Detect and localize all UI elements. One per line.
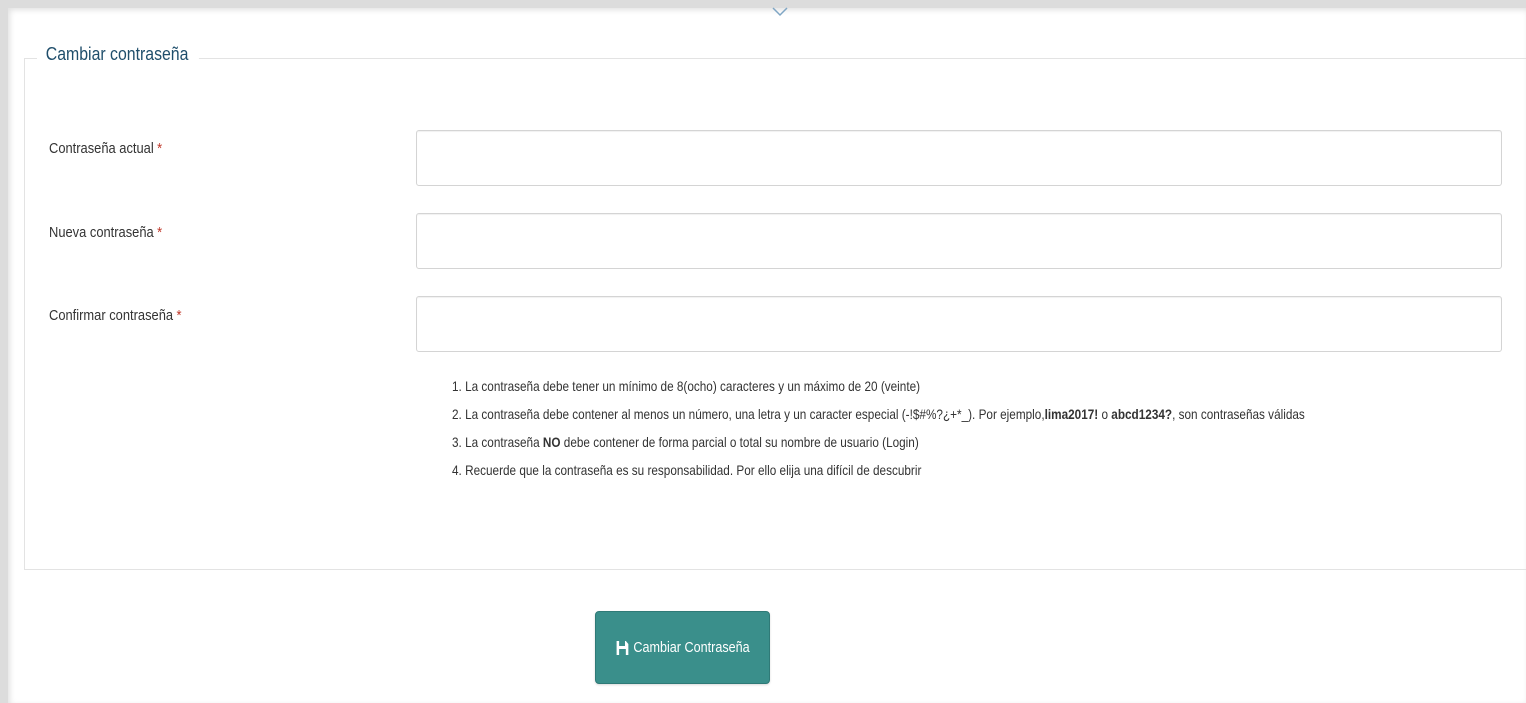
rule-2-text: 2. La contraseña debe contener al menos … <box>452 406 1045 422</box>
confirm-password-label: Confirmar contraseña * <box>49 307 182 324</box>
confirm-password-input[interactable] <box>416 296 1502 352</box>
rule-3-tail: debe contener de forma parcial o total s… <box>560 434 919 450</box>
change-password-button[interactable]: Cambiar Contraseña <box>595 611 770 684</box>
password-rule: 3. La contraseña NO debe contener de for… <box>452 428 1305 456</box>
fieldset-legend: Cambiar contraseña <box>37 44 200 65</box>
rule-3-emphasis: NO <box>542 434 561 450</box>
confirm-password-label-text: Confirmar contraseña <box>49 307 174 324</box>
current-password-label-text: Contraseña actual <box>49 140 154 157</box>
save-icon <box>616 640 629 655</box>
rule-2-example-1: lima2017! <box>1044 406 1099 422</box>
chevron-down-icon <box>772 7 788 17</box>
required-mark: * <box>176 307 182 324</box>
rule-2-tail: , son contraseñas válidas <box>1172 406 1305 422</box>
new-password-input[interactable] <box>416 213 1502 269</box>
password-rules-list: 1. La contraseña debe tener un mínimo de… <box>452 372 1467 484</box>
change-password-button-label: Cambiar Contraseña <box>633 639 750 656</box>
password-rule: 4. Recuerde que la contraseña es su resp… <box>452 456 1305 484</box>
new-password-label: Nueva contraseña * <box>49 224 162 241</box>
rule-4-text: 4. Recuerde que la contraseña es su resp… <box>452 462 922 478</box>
rule-2-connector: o <box>1098 406 1112 422</box>
required-mark: * <box>157 224 163 241</box>
rule-1-text: 1. La contraseña debe tener un mínimo de… <box>452 378 921 394</box>
password-rule: 2. La contraseña debe contener al menos … <box>452 400 1305 428</box>
password-rule: 1. La contraseña debe tener un mínimo de… <box>452 372 1305 400</box>
change-password-button-content: Cambiar Contraseña <box>616 639 750 656</box>
rule-2-example-2: abcd1234? <box>1111 406 1173 422</box>
new-password-label-text: Nueva contraseña <box>49 224 154 241</box>
required-mark: * <box>157 140 163 157</box>
rule-3-text: 3. La contraseña <box>452 434 543 450</box>
current-password-input[interactable] <box>416 130 1502 186</box>
current-password-label: Contraseña actual * <box>49 140 162 157</box>
